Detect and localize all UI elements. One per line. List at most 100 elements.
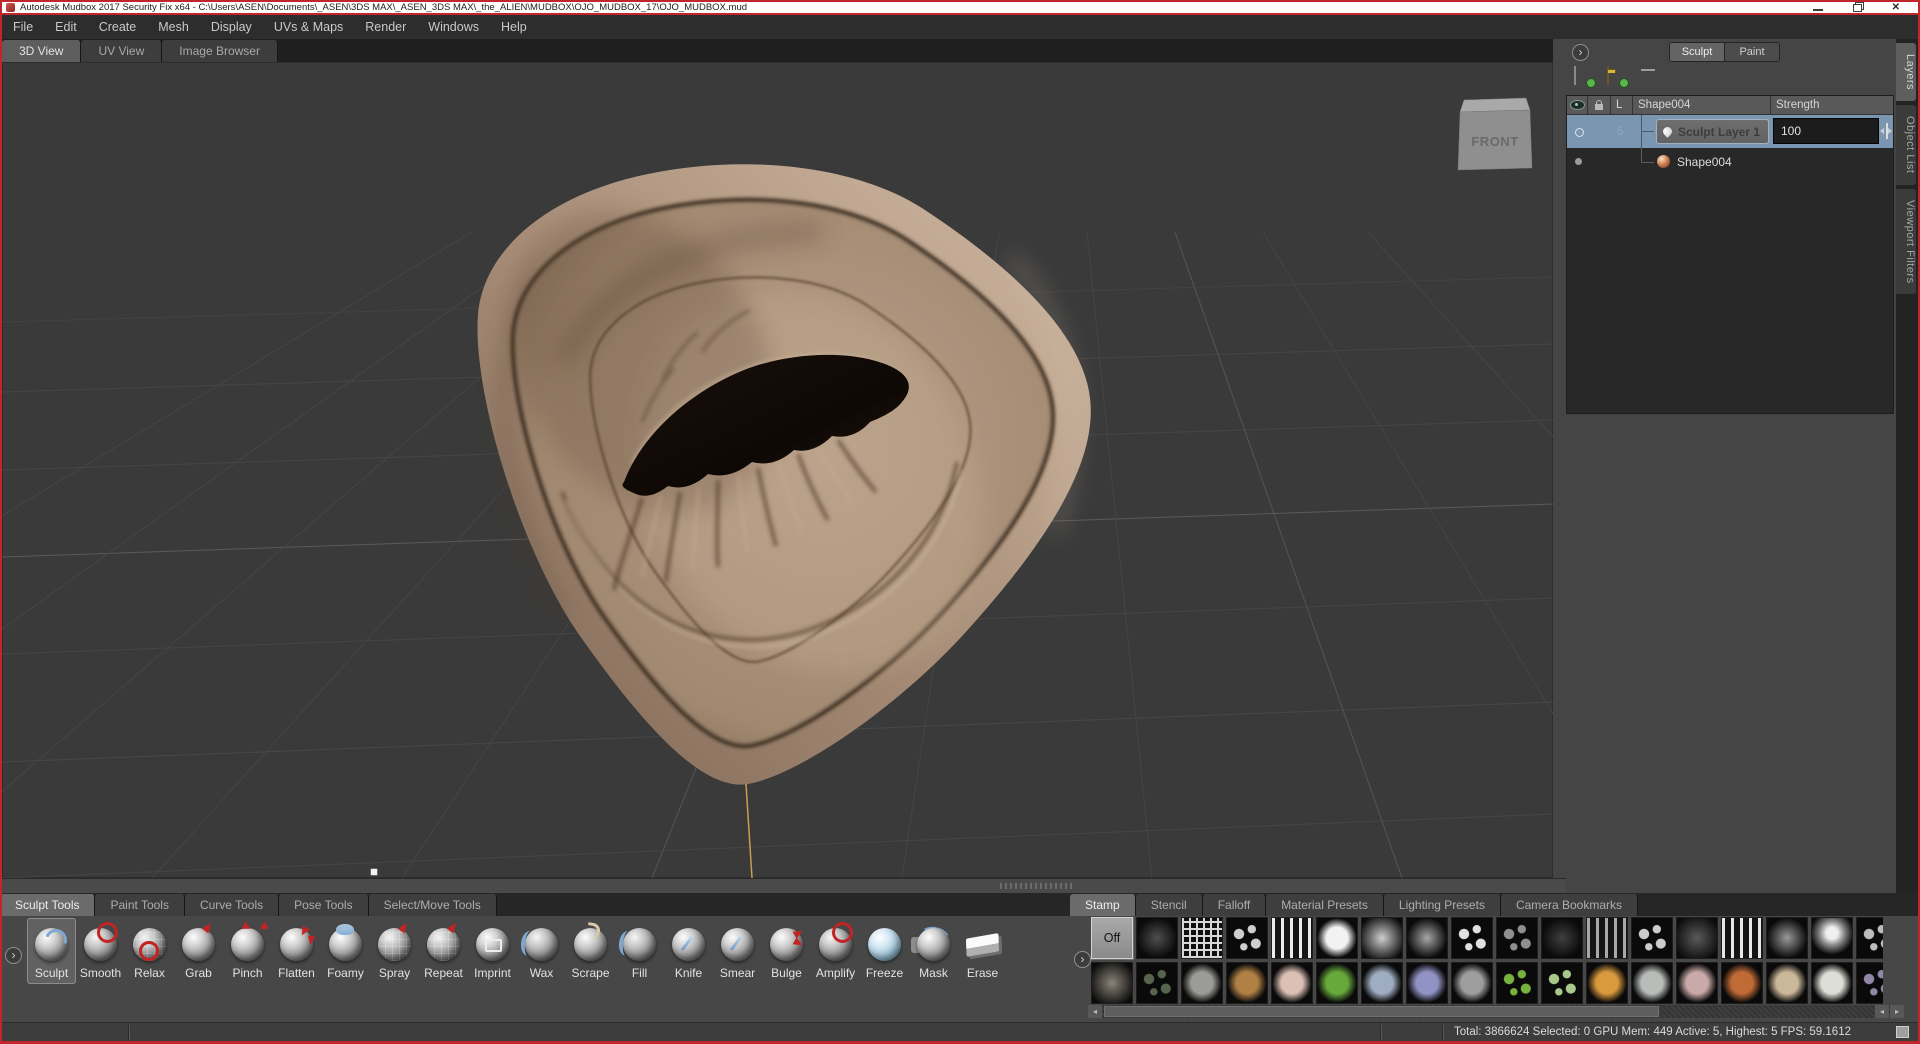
- tool-smear[interactable]: Smear: [713, 918, 762, 984]
- stamp-gray-round[interactable]: [1451, 962, 1493, 1004]
- stamp-blue-crystals[interactable]: [1361, 962, 1403, 1004]
- minimize-button[interactable]: [1813, 4, 1823, 11]
- stamp-beige-patch[interactable]: [1766, 962, 1808, 1004]
- stamp-sparse-specks[interactable]: [1496, 917, 1538, 959]
- strength-column-header[interactable]: Strength: [1771, 96, 1893, 115]
- menu-mesh[interactable]: Mesh: [147, 15, 200, 39]
- delete-layer-button[interactable]: [1640, 67, 1658, 85]
- stamp-green-moss[interactable]: [1316, 962, 1358, 1004]
- layer-row-sculpt-layer-1[interactable]: 5 Sculpt Layer 1 100: [1567, 115, 1893, 148]
- title-bar[interactable]: Autodesk Mudbox 2017 Security Fix x64 - …: [0, 0, 1920, 15]
- tool-tray-expand-button[interactable]: ›: [5, 947, 22, 964]
- layers-panel-expand-button[interactable]: ›: [1572, 44, 1589, 61]
- tool-pinch[interactable]: Pinch: [223, 918, 272, 984]
- menu-create[interactable]: Create: [88, 15, 148, 39]
- tool-amplify[interactable]: Amplify: [811, 918, 860, 984]
- sculpt-mesh-shape004[interactable]: [458, 163, 1091, 784]
- close-button[interactable]: ✕: [1892, 3, 1900, 13]
- stamp-scrollbar[interactable]: ◂ ◂ ▸: [1088, 1005, 1904, 1018]
- tool-bulge[interactable]: Bulge: [762, 918, 811, 984]
- tray-tab-falloff[interactable]: Falloff: [1203, 894, 1266, 916]
- layer-name-button[interactable]: Sculpt Layer 1: [1656, 119, 1769, 144]
- stamp-pale-foliage[interactable]: [1541, 962, 1583, 1004]
- stamp-white-blob[interactable]: [1811, 962, 1853, 1004]
- viewport-3d-scene[interactable]: FRONT: [2, 62, 1553, 878]
- menu-display[interactable]: Display: [200, 15, 263, 39]
- tray-tab-select-move-tools[interactable]: Select/Move Tools: [369, 894, 497, 916]
- divider-grip[interactable]: [1000, 883, 1072, 889]
- layer-row-shape004[interactable]: Shape004: [1567, 148, 1893, 176]
- tool-scrape[interactable]: Scrape: [566, 918, 615, 984]
- stamp-tray-expand-button[interactable]: ›: [1074, 951, 1091, 968]
- strength-input[interactable]: 100: [1773, 118, 1879, 144]
- strength-slider-handle[interactable]: [1880, 118, 1893, 144]
- tool-flatten[interactable]: Flatten: [272, 918, 321, 984]
- stamp-dark-speckle[interactable]: [1136, 917, 1178, 959]
- tray-tab-stencil[interactable]: Stencil: [1136, 894, 1203, 916]
- stamp-green-leaves[interactable]: [1496, 962, 1538, 1004]
- stamp-gradient-dome[interactable]: [1811, 917, 1853, 959]
- stamp-cracks[interactable]: [1631, 917, 1673, 959]
- tray-tab-camera-bookmarks[interactable]: Camera Bookmarks: [1501, 894, 1638, 916]
- tab-3d-view[interactable]: 3D View: [2, 40, 81, 62]
- visibility-dot-icon[interactable]: [1575, 158, 1582, 165]
- stamp-strong-bars[interactable]: [1721, 917, 1763, 959]
- scrollbar-handle[interactable]: [1104, 1006, 1659, 1017]
- menu-help[interactable]: Help: [490, 15, 538, 39]
- visibility-column-header[interactable]: [1567, 96, 1588, 115]
- stamp-orange-honeycomb[interactable]: [1586, 962, 1628, 1004]
- vertex-handle[interactable]: [370, 868, 378, 876]
- stamp-woven-grid[interactable]: [1181, 917, 1223, 959]
- menu-render[interactable]: Render: [354, 15, 417, 39]
- scroll-left-icon-2[interactable]: ◂: [1875, 1005, 1889, 1018]
- resize-grip[interactable]: [1896, 1026, 1909, 1038]
- stamp-dark-moss[interactable]: [1136, 962, 1178, 1004]
- name-column-header[interactable]: Shape004: [1633, 96, 1771, 115]
- mode-tab-paint[interactable]: Paint: [1725, 43, 1779, 61]
- tray-tab-stamp[interactable]: Stamp: [1070, 894, 1136, 916]
- tool-sculpt[interactable]: Sculpt: [27, 918, 76, 984]
- tray-tab-pose-tools[interactable]: Pose Tools: [279, 894, 368, 916]
- tool-foamy[interactable]: Foamy: [321, 918, 370, 984]
- tray-tab-lighting-presets[interactable]: Lighting Presets: [1384, 894, 1501, 916]
- edge-tab-layers[interactable]: Layers: [1896, 43, 1916, 101]
- restore-button[interactable]: [1853, 4, 1862, 12]
- stamp-specks[interactable]: [1451, 917, 1493, 959]
- tool-grab[interactable]: Grab: [174, 918, 223, 984]
- stamp-vertical-streaks[interactable]: [1271, 917, 1313, 959]
- tool-freeze[interactable]: Freeze: [860, 918, 909, 984]
- menu-file[interactable]: File: [2, 15, 44, 39]
- stamp-crumple[interactable]: [1406, 917, 1448, 959]
- stamp-purple-noise[interactable]: [1406, 962, 1448, 1004]
- stamp-clumps[interactable]: [1226, 917, 1268, 959]
- stamp-rock-noise[interactable]: [1766, 917, 1808, 959]
- mode-tab-sculpt[interactable]: Sculpt: [1670, 43, 1725, 61]
- lock-column-header[interactable]: [1588, 96, 1611, 115]
- tool-wax[interactable]: Wax: [517, 918, 566, 984]
- scroll-left-icon[interactable]: ◂: [1088, 1005, 1102, 1018]
- edge-tab-object-list[interactable]: Object List: [1896, 105, 1916, 184]
- new-layer-button[interactable]: [1574, 67, 1592, 85]
- stamp-off-button[interactable]: Off: [1091, 917, 1133, 959]
- stamp-purple-rocks[interactable]: [1856, 962, 1883, 1004]
- tray-tab-sculpt-tools[interactable]: Sculpt Tools: [0, 894, 95, 916]
- stamp-soft-blob[interactable]: [1361, 917, 1403, 959]
- tray-tab-curve-tools[interactable]: Curve Tools: [185, 894, 279, 916]
- tray-tab-paint-tools[interactable]: Paint Tools: [95, 894, 184, 916]
- stamp-gray-speckle-ball[interactable]: [1631, 962, 1673, 1004]
- tab-uv-view[interactable]: UV View: [81, 40, 162, 62]
- tool-imprint[interactable]: Imprint: [468, 918, 517, 984]
- stamp-scatter-noise[interactable]: [1856, 917, 1883, 959]
- layer-mask-button[interactable]: [1673, 67, 1691, 85]
- stamp-pink-round[interactable]: [1271, 962, 1313, 1004]
- view-cube[interactable]: FRONT: [1458, 98, 1532, 170]
- new-layer-group-button[interactable]: [1607, 67, 1625, 85]
- tab-image-browser[interactable]: Image Browser: [162, 40, 278, 62]
- level-column-header[interactable]: L: [1611, 96, 1633, 115]
- tool-erase[interactable]: Erase: [958, 918, 1007, 984]
- stamp-round-noise[interactable]: [1676, 917, 1718, 959]
- visibility-toggle-icon[interactable]: [1575, 128, 1584, 137]
- stamp-bright-cloud[interactable]: [1316, 917, 1358, 959]
- tool-relax[interactable]: Relax: [125, 918, 174, 984]
- menu-windows[interactable]: Windows: [417, 15, 490, 39]
